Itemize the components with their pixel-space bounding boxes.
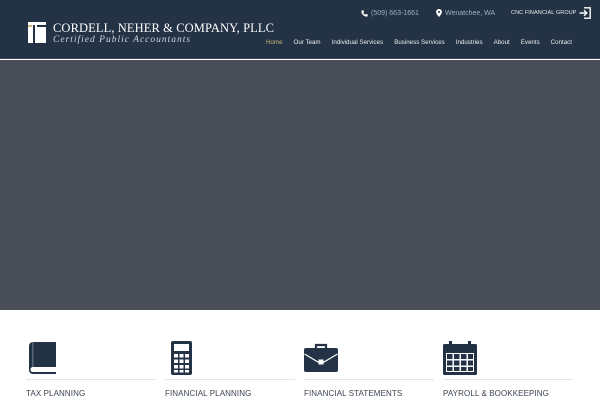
nav-item-events[interactable]: Events [521,38,540,48]
service-financial-planning[interactable]: FINANCIAL PLANNING [165,310,295,400]
service-label: PAYROLL & BOOKKEEPING [443,389,549,398]
service-payroll-bookkeeping[interactable]: PAYROLL & BOOKKEEPING [443,310,573,400]
map-pin-icon [436,9,442,17]
hero-banner [0,60,600,310]
nav-item-home[interactable]: Home [266,38,283,48]
phone-number: (509) 663-1661 [371,9,419,17]
sign-in-icon [579,7,591,19]
brand-tagline: Certified Public Accountants [53,35,192,45]
nav-item-industries[interactable]: Industries [456,38,483,48]
service-divider [165,379,295,380]
location-link[interactable]: Wenatchee, WA [436,7,495,19]
phone-icon [361,9,368,17]
service-label: TAX PLANNING [26,389,86,398]
briefcase-icon [304,343,338,372]
nav-item-our-team[interactable]: Our Team [294,38,321,48]
calculator-icon [171,341,192,375]
location-text: Wenatchee, WA [445,9,496,17]
nav-item-individual-services[interactable]: Individual Services [332,38,384,48]
nav-item-business-services[interactable]: Business Services [394,38,445,48]
calendar-icon [443,341,477,375]
service-divider [443,379,573,380]
nav-item-contact[interactable]: Contact [551,38,572,48]
service-tax-planning[interactable]: TAX PLANNING [26,310,156,400]
cnc-financial-group-link[interactable]: CNC FINANCIAL GROUP [511,7,591,19]
service-divider [304,379,434,380]
service-label: FINANCIAL PLANNING [165,389,252,398]
service-financial-statements[interactable]: FINANCIAL STATEMENTS [304,310,434,400]
logo-mark-icon [28,22,46,43]
main-nav: Home Our Team Individual Services Busine… [255,38,572,48]
services-section: TAX PLANNING FINANCIAL PLANNING FINANCIA… [0,310,600,400]
site-header: CORDELL, NEHER & COMPANY, PLLC Certified… [0,0,600,59]
brand-name: CORDELL, NEHER & COMPANY, PLLC [53,21,275,35]
service-label: FINANCIAL STATEMENTS [304,389,403,398]
cnc-financial-group-label: CNC FINANCIAL GROUP [511,10,577,16]
book-icon [29,342,56,374]
nav-item-about[interactable]: About [494,38,510,48]
service-divider [26,379,156,380]
phone-link[interactable]: (509) 663-1661 [361,7,419,19]
